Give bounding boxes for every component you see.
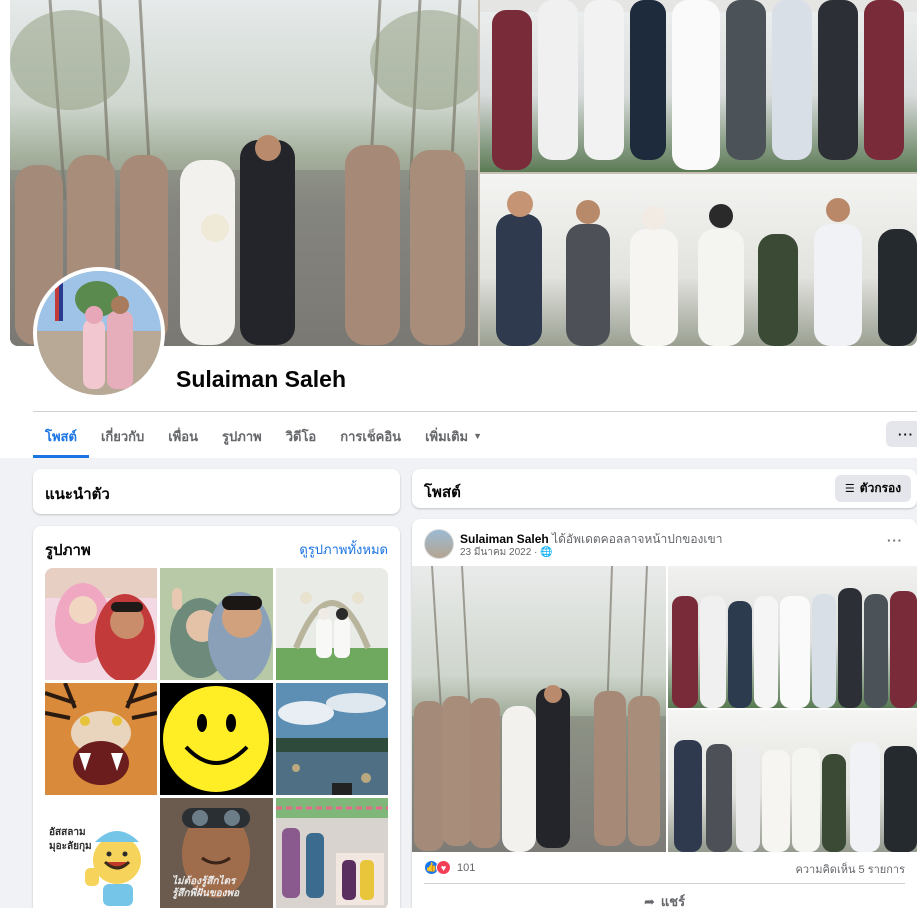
photo-thumbnail[interactable]: ไม่ต้องรู้สึกไดร รู้สึกพี่ฝันของพอ xyxy=(160,798,273,908)
profile-page: Sulaiman Saleh โพสต์ เกี่ยวกับ เพื่อน รู… xyxy=(0,0,917,908)
photo-selfie-couple-pink xyxy=(45,568,157,680)
photo-party-room xyxy=(276,798,388,908)
post-meta: 23 มีนาคม 2022 · 🌐 xyxy=(460,547,553,558)
tab-photos[interactable]: รูปภาพ xyxy=(210,414,274,458)
photo-lake xyxy=(276,683,388,795)
caret-down-icon: ▼ xyxy=(473,431,483,441)
post-card: Sulaiman Saleh ได้อัพเดตคอลลาจหน้าปกของเ… xyxy=(412,519,917,908)
tab-label: เพื่อน xyxy=(168,428,199,444)
comments-count[interactable]: ความคิดเห็น 5 รายการ xyxy=(795,860,905,878)
post-author-avatar[interactable] xyxy=(424,529,454,559)
share-arrow-icon: ➦ xyxy=(644,893,655,908)
group-people xyxy=(480,0,917,170)
post-author-name[interactable]: Sulaiman Saleh xyxy=(460,532,549,546)
intro-card: แนะนำตัว xyxy=(33,469,400,514)
tab-about[interactable]: เกี่ยวกับ xyxy=(89,414,156,458)
tab-videos[interactable]: วิดีโอ xyxy=(274,414,329,458)
sticker-text-line: มุอะลัยกุม xyxy=(49,841,92,852)
photos-grid: อัสสลาม มุอะลัยกุม ไม่ต้องรู้สึกไดร รู้ส… xyxy=(45,568,388,908)
post-date[interactable]: 23 มีนาคม 2022 xyxy=(460,547,531,558)
profile-more-button[interactable]: ··· xyxy=(886,421,917,447)
post-image-wedding-group xyxy=(412,566,666,852)
intro-title: แนะนำตัว xyxy=(45,486,110,503)
tab-label: รูปภาพ xyxy=(222,428,262,444)
photo-wedding-arch xyxy=(276,568,388,680)
photo-tiger xyxy=(45,683,157,795)
share-label: แชร์ xyxy=(660,894,686,908)
filter-label: ตัวกรอง xyxy=(859,481,902,495)
sticker-text-line: อัสสลาม xyxy=(49,827,86,838)
tab-label: โพสต์ xyxy=(45,428,77,444)
post-reactions[interactable]: 👍 ♥ 101 xyxy=(424,860,475,875)
photo-thumbnail[interactable] xyxy=(160,683,273,795)
meme-caption-line: ไม่ต้องรู้สึกไดร xyxy=(172,876,236,887)
profile-avatar[interactable] xyxy=(33,267,165,399)
photo-thumbnail[interactable] xyxy=(276,798,388,908)
photo-thumbnail[interactable] xyxy=(160,568,273,680)
profile-header: Sulaiman Saleh โพสต์ เกี่ยวกับ เพื่อน รู… xyxy=(0,0,917,458)
meme-caption-line: รู้สึกพี่ฝันของพอ xyxy=(172,888,240,899)
post-image-group-top xyxy=(668,566,917,708)
meme-caption: ไม่ต้องรู้สึกไดร รู้สึกพี่ฝันของพอ xyxy=(172,876,239,900)
globe-icon: 🌐 xyxy=(540,547,553,558)
profile-tabs: โพสต์ เกี่ยวกับ เพื่อน รูปภาพ วิดีโอ การ… xyxy=(33,414,494,458)
post-divider xyxy=(424,883,905,884)
reaction-count: 101 xyxy=(457,861,476,874)
share-button[interactable]: ➦ แชร์ xyxy=(644,891,685,908)
tab-label: วิดีโอ xyxy=(285,428,317,444)
tab-friends[interactable]: เพื่อน xyxy=(156,414,210,458)
sticker-text: อัสสลาม มุอะลัยกุม xyxy=(49,826,92,854)
profile-name: Sulaiman Saleh xyxy=(176,366,347,392)
post-action-text: ได้อัพเดตคอลลาจหน้าปกของเขา xyxy=(552,532,723,546)
group-bottom-figures xyxy=(674,740,917,852)
photo-thumbnail[interactable]: อัสสลาม มุอะลัยกุม xyxy=(45,798,157,908)
photo-smiley xyxy=(160,683,273,795)
wedding-group-figures xyxy=(412,566,666,852)
see-all-photos-link[interactable]: ดูรูปภาพทั้งหมด xyxy=(299,539,388,560)
cover-photo-group-bottom xyxy=(480,174,917,346)
love-reaction-icon: ♥ xyxy=(436,860,451,875)
photo-thumbnail[interactable] xyxy=(276,568,388,680)
photos-card: รูปภาพ ดูรูปภาพทั้งหมด อัสสลาม มุอะลัยกุ… xyxy=(33,526,400,908)
tab-checkins[interactable]: การเช็คอิน xyxy=(328,414,413,458)
photo-thumbnail[interactable] xyxy=(276,683,388,795)
tab-label: การเช็คอิน xyxy=(340,428,402,444)
photo-selfie-couple-peace xyxy=(160,568,273,680)
tab-label: เกี่ยวกับ xyxy=(100,428,145,444)
group-people-2 xyxy=(496,191,917,346)
tab-posts[interactable]: โพสต์ xyxy=(33,414,89,458)
photo-thumbnail[interactable] xyxy=(45,568,157,680)
photos-title: รูปภาพ xyxy=(45,542,91,559)
tab-label: เพิ่มเติม xyxy=(425,428,469,444)
posts-title: โพสต์ xyxy=(424,484,461,501)
tab-more[interactable]: เพิ่มเติม ▼ xyxy=(413,414,494,458)
group-top-figures xyxy=(672,588,917,708)
post-image-group-bottom xyxy=(668,710,917,852)
post-image-collage[interactable] xyxy=(412,566,917,852)
avatar-couple-photo xyxy=(37,271,161,395)
post-options-icon[interactable]: ··· xyxy=(887,533,903,548)
photo-thumbnail[interactable] xyxy=(45,683,157,795)
posts-header-card: โพสต์ ☰ ตัวกรอง xyxy=(412,469,917,508)
cover-photo-group-top xyxy=(480,0,917,172)
filter-button[interactable]: ☰ ตัวกรอง xyxy=(835,475,911,502)
sliders-icon: ☰ xyxy=(844,483,855,495)
header-divider xyxy=(33,411,917,412)
